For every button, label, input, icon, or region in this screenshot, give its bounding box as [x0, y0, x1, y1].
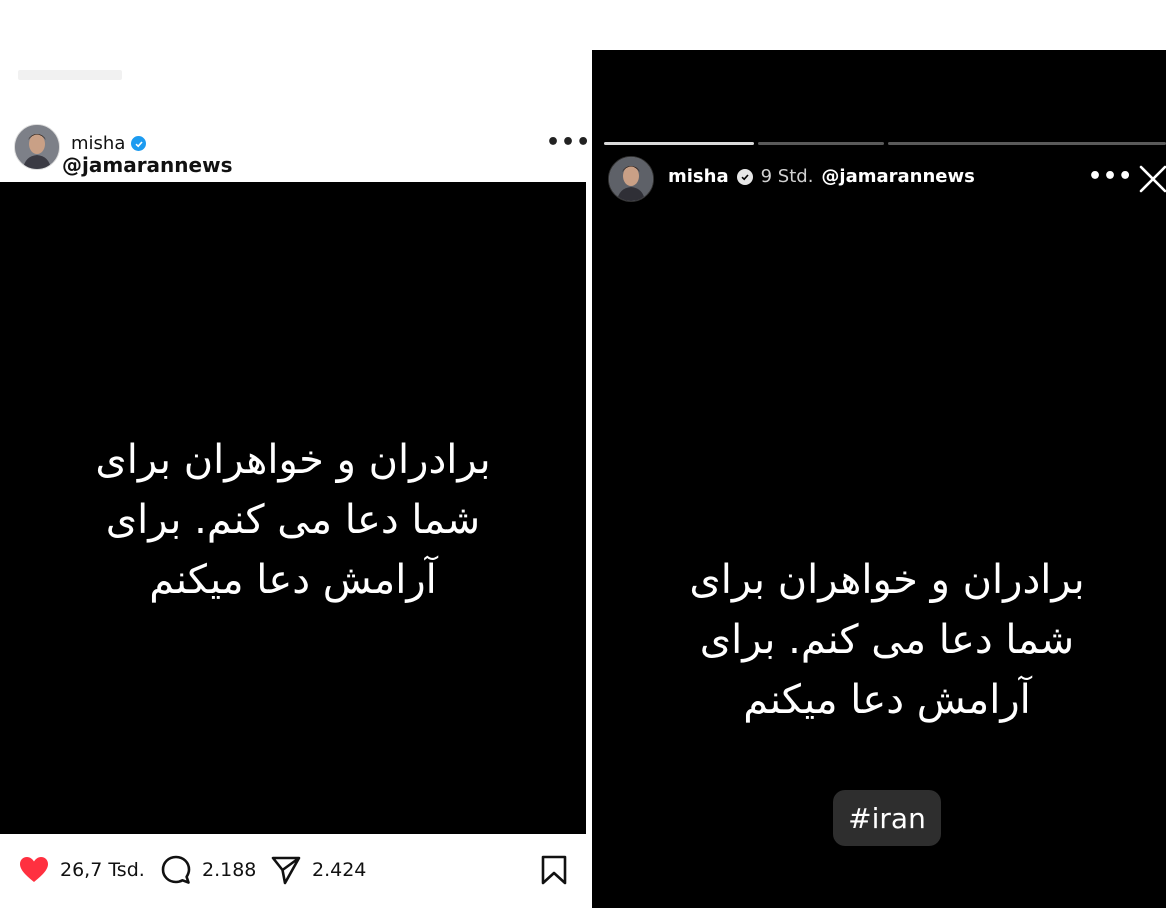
verified-icon: [131, 136, 147, 151]
heart-icon: [20, 857, 48, 882]
story-timestamp: 9 Std.: [760, 166, 814, 187]
post-actions: 26,7 Tsd. 2.188 2.424: [0, 834, 586, 908]
verified-icon: [736, 168, 753, 185]
story-user-row: misha 9 Std. @jamarannews: [668, 166, 975, 187]
story-viewer: misha 9 Std. @jamarannews ••• برادران و …: [592, 50, 1166, 908]
post-username[interactable]: misha: [71, 133, 125, 154]
comment-button[interactable]: 2.188: [160, 854, 256, 886]
more-icon[interactable]: •••: [1088, 164, 1133, 189]
story-header: misha 9 Std. @jamarannews •••: [592, 150, 1166, 210]
more-icon[interactable]: •••: [546, 130, 591, 155]
story-progress-segment: [758, 142, 884, 145]
faded-header-text: [18, 70, 122, 80]
story-progress-segment: [604, 142, 754, 145]
share-count: 2.424: [312, 859, 367, 881]
feed-post: misha @jamarannews ••• برادران و خواهران…: [0, 0, 590, 908]
post-username-row[interactable]: misha: [71, 133, 147, 154]
story-username[interactable]: misha: [668, 166, 729, 187]
post-image[interactable]: برادران و خواهران برای شما دعا می کنم. ب…: [0, 182, 586, 834]
share-button[interactable]: 2.424: [270, 854, 366, 886]
share-icon: [271, 856, 301, 885]
avatar[interactable]: [608, 156, 654, 202]
story-handle[interactable]: @jamarannews: [821, 166, 974, 187]
post-handle[interactable]: @jamarannews: [62, 153, 232, 177]
hashtag-sticker[interactable]: #iran: [833, 790, 941, 846]
like-count: 26,7 Tsd.: [60, 859, 145, 881]
post-image-text: برادران و خواهران برای شما دعا می کنم. ب…: [95, 437, 491, 603]
close-icon[interactable]: [1138, 164, 1166, 194]
comment-count: 2.188: [202, 859, 257, 881]
post-header: misha @jamarannews •••: [0, 120, 590, 182]
story-progress-segment: [888, 142, 1166, 145]
comment-icon: [161, 855, 191, 884]
bookmark-button[interactable]: [538, 854, 570, 886]
bookmark-icon: [541, 855, 567, 885]
like-button[interactable]: 26,7 Tsd.: [18, 854, 145, 886]
story-text: برادران و خواهران برای شما دعا می کنم. ب…: [689, 557, 1085, 723]
avatar[interactable]: [14, 124, 60, 170]
